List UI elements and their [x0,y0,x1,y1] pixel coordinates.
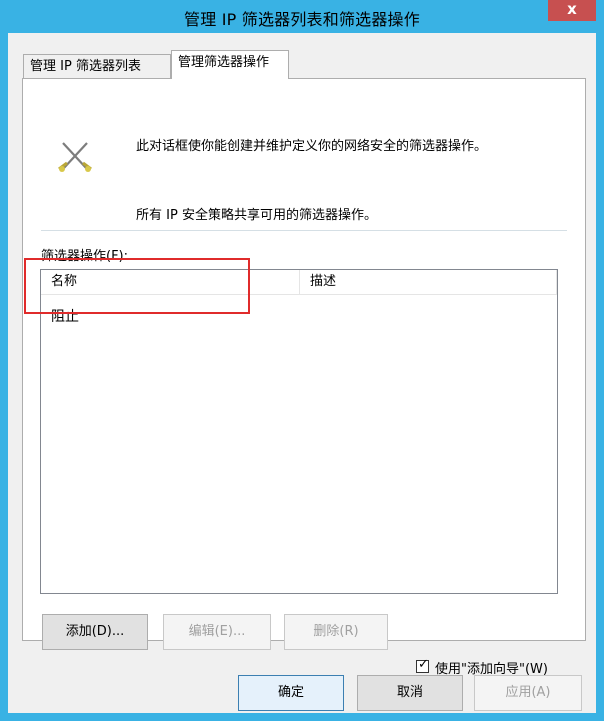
description-line-2: 所有 IP 安全策略共享可用的筛选器操作。 [136,208,377,223]
filter-actions-list[interactable]: 名称 描述 阻止 [40,269,558,594]
apply-button[interactable]: 应用(A) [474,675,582,711]
cancel-button[interactable]: 取消 [357,675,463,711]
tab-filter-actions[interactable]: 管理筛选器操作 [171,50,289,79]
delete-button[interactable]: 删除(R) [284,614,388,650]
window-right-edge [596,33,604,721]
tab-panel-filter-actions: 此对话框使你能创建并维护定义你的网络安全的筛选器操作。 所有 IP 安全策略共享… [22,78,586,677]
separator [41,230,567,231]
edit-button[interactable]: 编辑(E)... [163,614,271,650]
description-line-1: 此对话框使你能创建并维护定义你的网络安全的筛选器操作。 [136,139,488,154]
close-button[interactable]: x [548,0,596,21]
add-button[interactable]: 添加(D)... [42,614,148,650]
crossed-tools-icon [58,142,92,172]
checkmark-icon: ✓ [418,657,429,672]
annotation-highlight-box [24,258,250,314]
column-header-description[interactable]: 描述 [300,270,557,295]
use-wizard-checkbox[interactable]: ✓ [416,657,429,673]
window-title: 管理 IP 筛选器列表和筛选器操作 [184,10,420,29]
dialog-client-area: 管理 IP 筛选器列表 管理筛选器操作 此对话框使你能创建并维护定义你的网络安全… [8,33,596,713]
tab-ip-filter-lists[interactable]: 管理 IP 筛选器列表 [23,54,171,78]
ok-button[interactable]: 确定 [238,675,344,711]
title-bar[interactable]: 管理 IP 筛选器列表和筛选器操作 x [0,0,604,33]
